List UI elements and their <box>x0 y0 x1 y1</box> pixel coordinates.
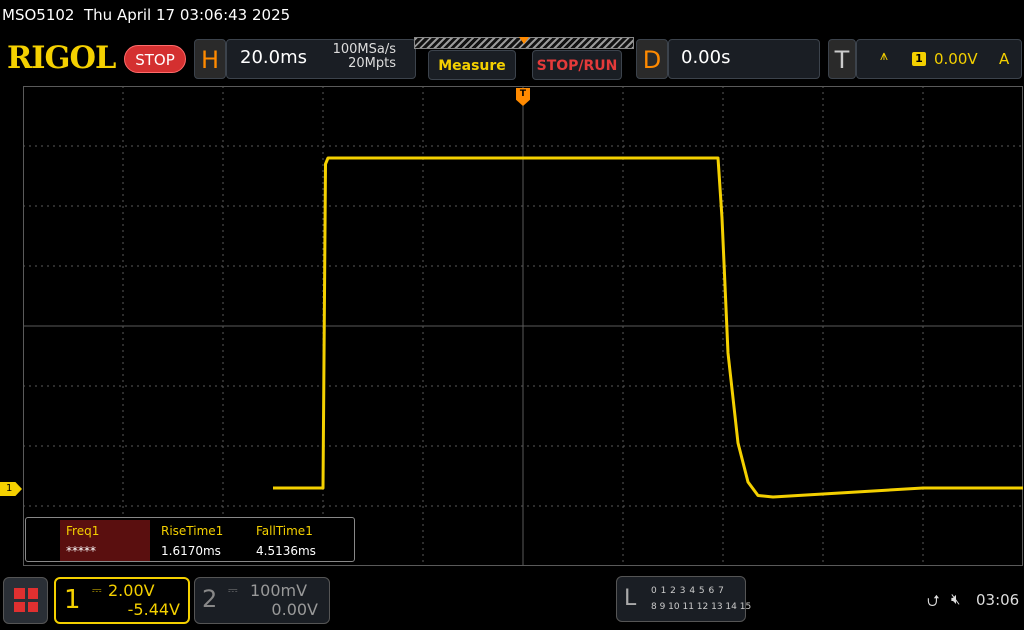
trigger-level: 0.00V <box>934 50 978 68</box>
ch1-number: 1 <box>64 585 81 615</box>
brand-logo: RIGOL <box>7 40 116 76</box>
speaker-muted-icon[interactable]: 🔇︎ <box>951 590 960 608</box>
measure-name-freq: Freq1 <box>66 524 100 538</box>
date-time: Thu April 17 03:06:43 2025 <box>84 6 291 24</box>
la-channels-low: 0 1 2 3 4 5 6 7 <box>651 586 724 596</box>
measure-value-fall: 4.5136ms <box>256 544 316 558</box>
measure-button[interactable]: Measure <box>428 50 516 80</box>
model-name: MSO5102 <box>2 6 75 24</box>
delay-menu-button[interactable]: D <box>636 39 668 79</box>
la-letter: L <box>624 586 637 611</box>
trigger-mode: A <box>999 50 1010 68</box>
horizontal-menu-button[interactable]: H <box>194 39 226 79</box>
ch2-number: 2 <box>202 585 218 613</box>
memory-depth: 20Mpts <box>348 56 396 71</box>
sample-rate: 100MSa/s <box>332 42 396 57</box>
measurement-table[interactable]: Freq1 ***** RiseTime1 1.6170ms FallTime1… <box>25 517 355 562</box>
ch1-scale: 2.00V <box>108 581 155 600</box>
ch2-offset: 0.00V <box>271 600 318 619</box>
dc-coupling-icon: ⎓ <box>228 583 238 597</box>
run-state-badge[interactable]: STOP <box>124 45 186 73</box>
measure-name-rise: RiseTime1 <box>161 524 224 538</box>
stop-run-button[interactable]: STOP/RUN <box>532 50 622 80</box>
trigger-menu-button[interactable]: T <box>828 39 856 79</box>
waveform-display[interactable] <box>23 86 1023 566</box>
la-channels-high: 8 9 10 11 12 13 14 15 <box>651 602 752 612</box>
usb-icon: ⮍ <box>927 591 940 610</box>
menu-grid-icon <box>14 588 38 612</box>
ch1-ground-marker[interactable]: 1 <box>0 482 22 496</box>
ch1-offset: -5.44V <box>127 600 180 619</box>
rising-edge-icon: ⩚ <box>880 48 888 64</box>
delay-value: 0.00s <box>681 47 731 68</box>
clock: 03:06 <box>976 591 1020 609</box>
status-line: MSO5102 Thu April 17 03:06:43 2025 <box>2 6 290 24</box>
ch2-scale: 100mV <box>250 581 308 600</box>
trigger-source-badge: 1 <box>912 52 926 66</box>
acquisition-info: 100MSa/s 20Mpts <box>324 43 396 71</box>
measure-name-fall: FallTime1 <box>256 524 313 538</box>
trigger-position-indicator <box>519 37 529 44</box>
measure-value-freq: ***** <box>66 544 96 558</box>
measure-value-rise: 1.6170ms <box>161 544 221 558</box>
dc-coupling-icon: ⎓ <box>92 583 102 597</box>
timebase-value: 20.0ms <box>240 47 307 68</box>
